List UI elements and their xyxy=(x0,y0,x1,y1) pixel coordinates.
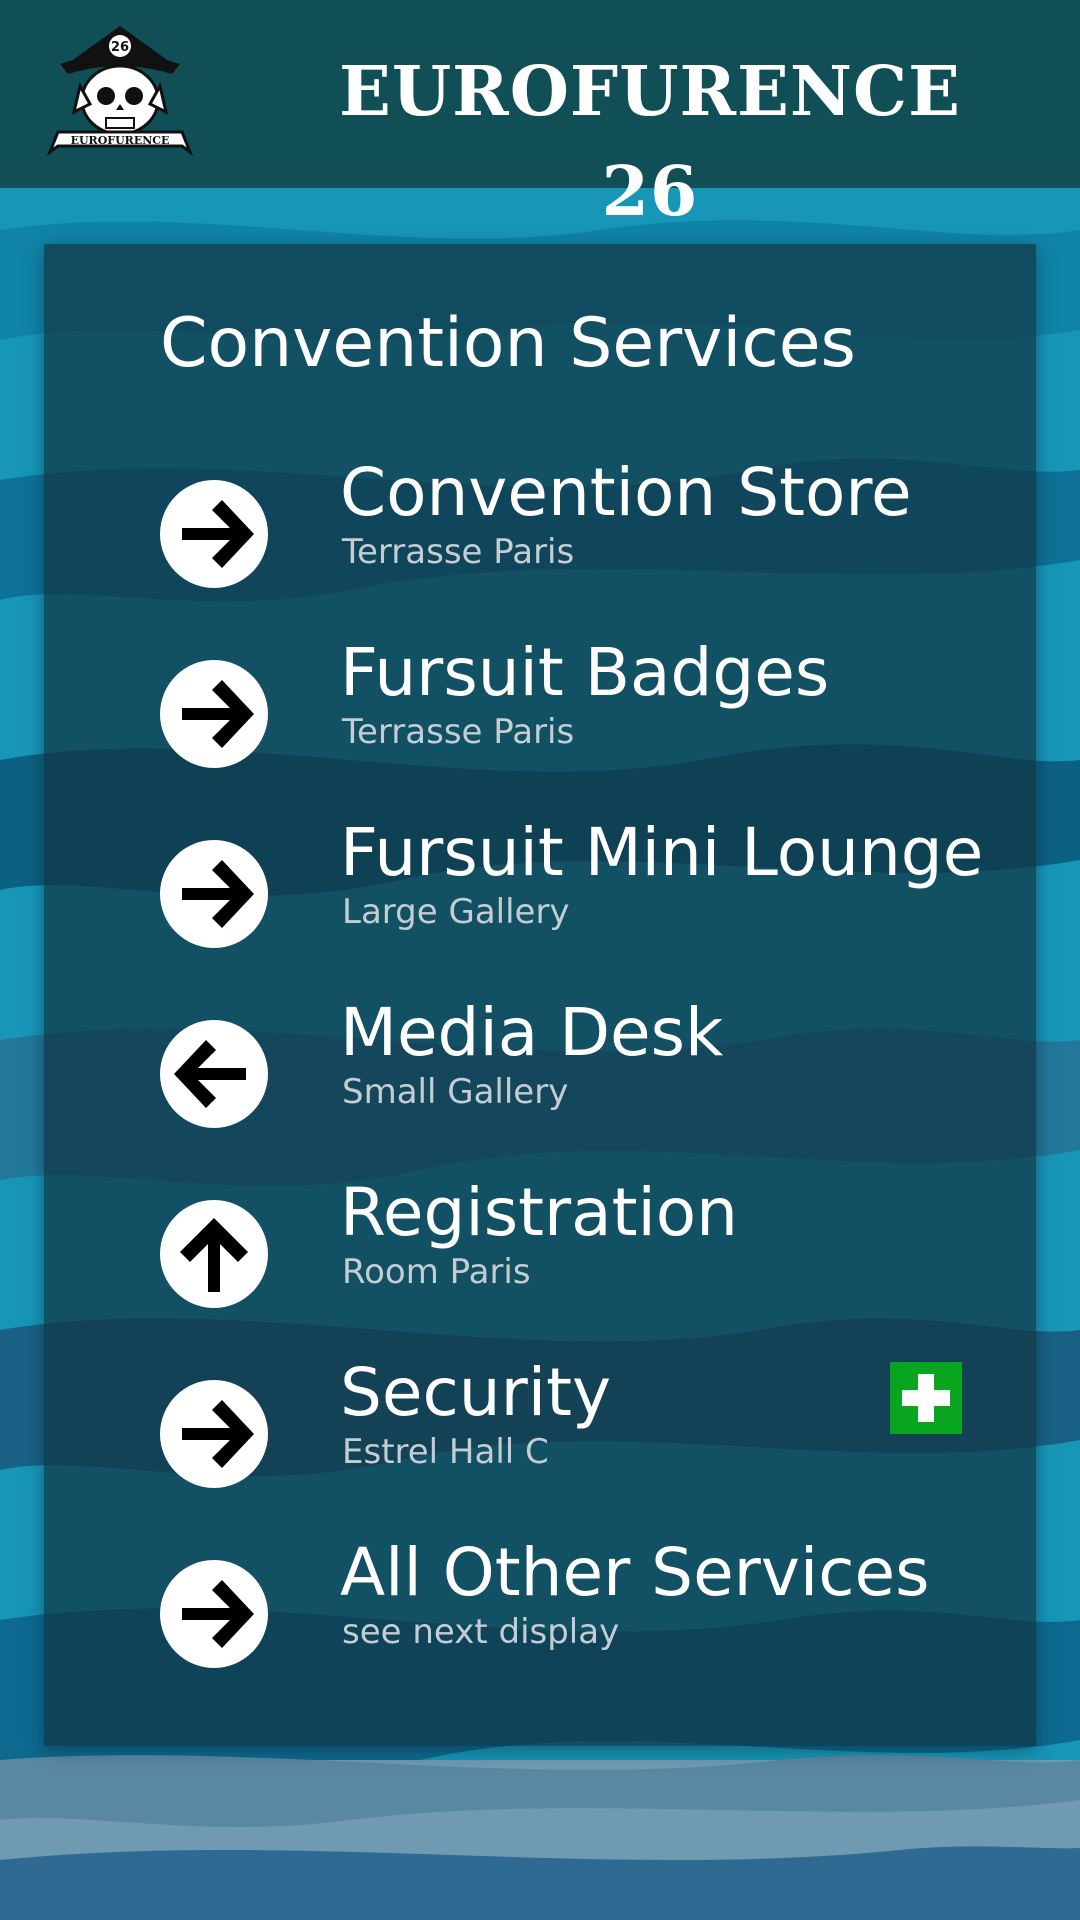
left-arrow-icon xyxy=(160,1020,268,1128)
first-aid-cross-icon xyxy=(890,1362,962,1434)
service-item-media-desk[interactable]: Media Desk Small Gallery xyxy=(44,994,1036,1170)
service-location: Terrasse Paris xyxy=(342,532,575,572)
service-name: Security xyxy=(340,1354,612,1431)
services-panel: Convention Services Convention Store Ter… xyxy=(44,244,1036,1746)
service-name: Registration xyxy=(340,1174,738,1251)
service-location: see next display xyxy=(342,1612,620,1652)
right-arrow-icon xyxy=(160,480,268,588)
service-location: Large Gallery xyxy=(342,892,570,932)
service-item-convention-store[interactable]: Convention Store Terrasse Paris xyxy=(44,454,1036,630)
service-name: Convention Store xyxy=(340,454,912,531)
right-arrow-icon xyxy=(160,660,268,768)
service-location: Terrasse Paris xyxy=(342,712,575,752)
logo-banner-text: EUROFURENCE xyxy=(71,134,170,147)
service-name: Fursuit Mini Lounge xyxy=(340,814,984,891)
right-arrow-icon xyxy=(160,840,268,948)
service-location: Room Paris xyxy=(342,1252,531,1292)
eurofurence-logo-icon: 26 EUROFURENCE xyxy=(46,26,194,157)
service-location: Estrel Hall C xyxy=(342,1432,549,1472)
logo-badge-number: 26 xyxy=(111,40,129,55)
service-item-all-other-services[interactable]: All Other Services see next display xyxy=(44,1534,1036,1710)
header-title: EUROFURENCE 26 xyxy=(339,52,961,232)
service-item-fursuit-badges[interactable]: Fursuit Badges Terrasse Paris xyxy=(44,634,1036,810)
service-location: Small Gallery xyxy=(342,1072,569,1112)
service-item-registration[interactable]: Registration Room Paris xyxy=(44,1174,1036,1350)
service-name: Fursuit Badges xyxy=(340,634,830,711)
right-arrow-icon xyxy=(160,1380,268,1488)
up-arrow-icon xyxy=(160,1200,268,1308)
panel-title: Convention Services xyxy=(160,304,856,383)
right-arrow-icon xyxy=(160,1560,268,1668)
service-name: Media Desk xyxy=(340,994,724,1071)
service-name: All Other Services xyxy=(340,1534,930,1611)
header-bar: 26 EUROFURENCE EUROFURENCE 26 xyxy=(0,0,1080,232)
service-item-security[interactable]: Security Estrel Hall C xyxy=(44,1354,1036,1530)
service-item-fursuit-mini-lounge[interactable]: Fursuit Mini Lounge Large Gallery xyxy=(44,814,1036,990)
